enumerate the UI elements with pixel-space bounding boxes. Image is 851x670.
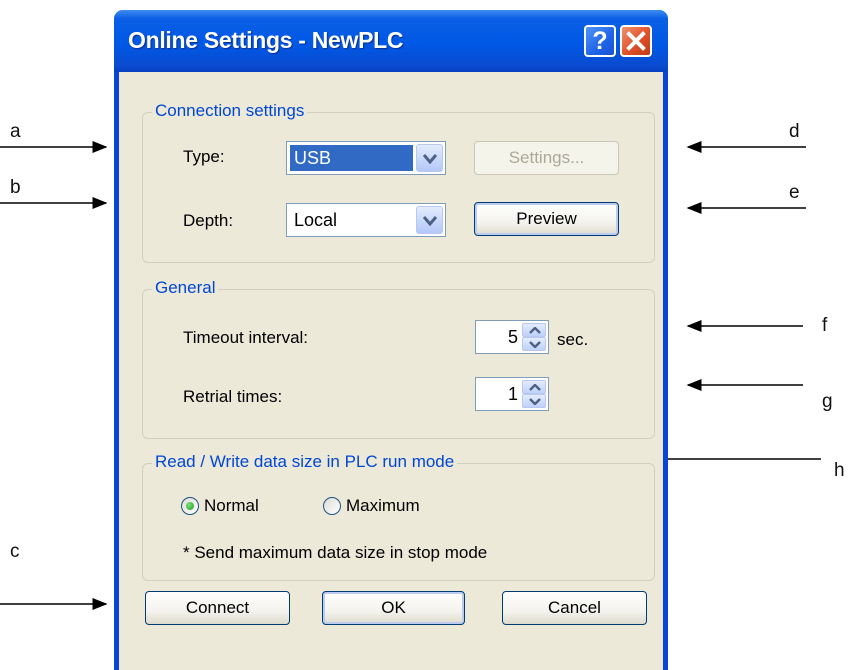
dialog-body: Connection settings Type: USB Settings..…	[119, 72, 663, 670]
chevron-down-icon	[529, 398, 541, 405]
retrial-increment-button[interactable]	[522, 380, 546, 394]
maximum-radio-label[interactable]: Maximum	[346, 496, 420, 516]
type-select[interactable]: USB	[286, 141, 446, 175]
timeout-spin-buttons	[522, 323, 546, 351]
help-icon: ?	[592, 27, 608, 55]
annotation-a: a	[10, 121, 21, 142]
depth-label: Depth:	[183, 211, 234, 230]
radio-selected-dot	[186, 502, 194, 510]
chevron-down-icon	[423, 154, 437, 164]
retrial-times-label: Retrial times:	[183, 387, 283, 406]
ok-button[interactable]: OK	[322, 591, 465, 625]
retrial-decrement-button[interactable]	[522, 394, 546, 408]
timeout-interval-spinner[interactable]: 5	[475, 320, 549, 354]
cancel-button[interactable]: Cancel	[502, 591, 647, 625]
close-icon	[626, 31, 646, 51]
preview-button[interactable]: Preview	[474, 202, 619, 236]
annotation-d: d	[789, 121, 800, 142]
general-label: General	[152, 278, 219, 298]
type-label: Type:	[183, 147, 225, 166]
timeout-decrement-button[interactable]	[522, 337, 546, 351]
help-button[interactable]: ?	[584, 25, 616, 57]
timeout-unit-label: sec.	[557, 330, 589, 349]
maximum-radio[interactable]	[323, 497, 341, 515]
connection-settings-group: Connection settings Type: USB Settings..…	[142, 101, 655, 263]
connection-settings-label: Connection settings	[152, 101, 308, 121]
depth-select-value: Local	[294, 210, 338, 230]
depth-select[interactable]: Local	[286, 203, 446, 237]
normal-radio[interactable]	[181, 497, 199, 515]
chevron-up-icon	[529, 384, 541, 391]
retrial-spin-buttons	[522, 380, 546, 408]
close-button[interactable]	[620, 25, 652, 57]
annotation-e: e	[789, 182, 800, 203]
general-group: General Timeout interval: 5 sec. Retrial…	[142, 278, 655, 439]
annotation-g: g	[822, 391, 833, 412]
retrial-times-value: 1	[507, 384, 518, 404]
timeout-increment-button[interactable]	[522, 323, 546, 337]
online-settings-dialog: Online Settings - NewPLC ? Connection se…	[114, 10, 668, 670]
dialog-title: Online Settings - NewPLC	[128, 27, 404, 53]
retrial-times-spinner[interactable]: 1	[475, 377, 549, 411]
chevron-down-icon	[529, 341, 541, 348]
annotation-b: b	[10, 177, 21, 198]
timeout-interval-label: Timeout interval:	[183, 328, 309, 347]
connect-button[interactable]: Connect	[145, 591, 290, 625]
type-select-value: USB	[290, 145, 413, 171]
title-bar[interactable]: Online Settings - NewPLC ?	[114, 10, 668, 72]
annotation-h: h	[834, 460, 845, 481]
type-dropdown-button[interactable]	[416, 144, 443, 172]
depth-dropdown-button[interactable]	[416, 206, 443, 234]
settings-button[interactable]: Settings...	[474, 141, 619, 175]
timeout-interval-value: 5	[507, 327, 518, 347]
read-write-label: Read / Write data size in PLC run mode	[152, 452, 458, 472]
annotation-f: f	[822, 315, 828, 336]
read-write-group: Read / Write data size in PLC run mode N…	[142, 452, 655, 581]
annotation-c: c	[10, 541, 20, 562]
stop-mode-note: * Send maximum data size in stop mode	[183, 543, 488, 562]
chevron-up-icon	[529, 327, 541, 334]
chevron-down-icon	[423, 216, 437, 226]
normal-radio-label[interactable]: Normal	[204, 496, 259, 516]
